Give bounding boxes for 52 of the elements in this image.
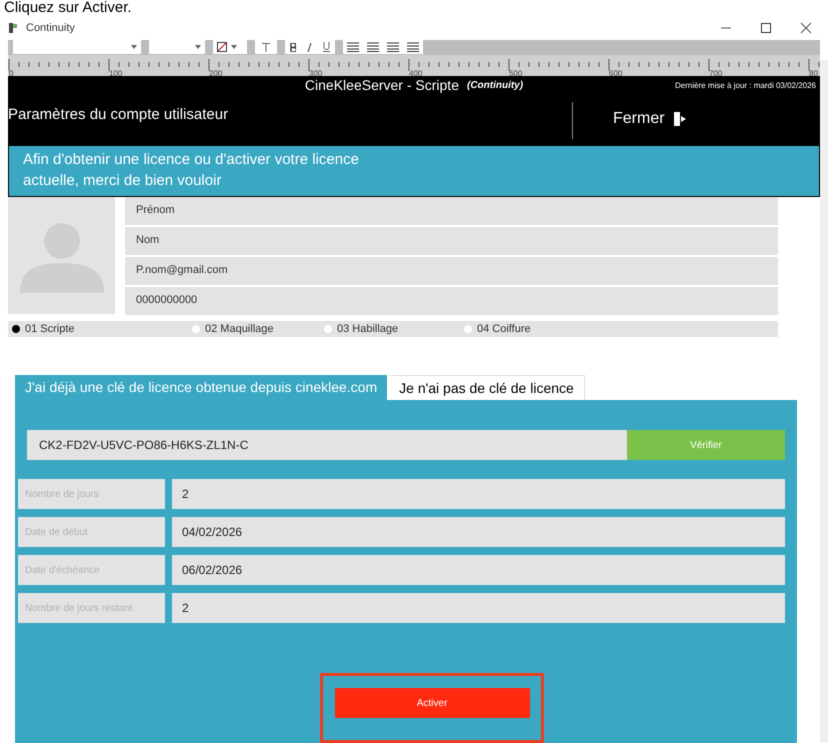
- align-icon: [386, 42, 400, 52]
- section-title: Paramètres du compte utilisateur: [8, 104, 230, 124]
- profile-field[interactable]: P.nom@gmail.com: [125, 256, 778, 284]
- caret-icon: [131, 45, 137, 50]
- align-icon: [346, 42, 360, 52]
- app-title: CineKleeServer - Scripte: [304, 76, 459, 95]
- align-icon: [366, 42, 380, 52]
- ruler-label: 700: [709, 68, 722, 79]
- app-icon: [8, 22, 18, 34]
- align-icon: [406, 42, 420, 52]
- color-swatch-icon: [217, 42, 227, 52]
- profile-field[interactable]: Prénom: [125, 196, 778, 224]
- field-value[interactable]: 2: [172, 479, 785, 509]
- align-buttons[interactable]: [343, 40, 423, 54]
- last-update: Dernière mise à jour : mardi 03/02/2026: [675, 80, 816, 92]
- exit-door-icon: [672, 110, 687, 126]
- activate-button[interactable]: Activer: [334, 688, 530, 718]
- field-value[interactable]: 2: [172, 593, 785, 623]
- color-button[interactable]: [213, 40, 247, 54]
- role-radio[interactable]: 04 Coiffure: [460, 320, 600, 337]
- caret-icon: [231, 45, 237, 50]
- ruler-label: 400: [409, 68, 422, 79]
- window-title: Continuity: [26, 20, 75, 36]
- app-subtitle: (Continuity): [466, 79, 524, 93]
- ruler-label: 300: [309, 68, 322, 79]
- ruler-label: 500: [509, 68, 522, 79]
- close-button[interactable]: Fermer: [613, 96, 687, 136]
- profile-field[interactable]: 0000000000: [125, 286, 778, 314]
- format-buttons[interactable]: [285, 40, 335, 54]
- field-value[interactable]: 04/02/2026: [172, 517, 785, 547]
- license-tab[interactable]: Je n'ai pas de clé de licence: [389, 375, 585, 400]
- ruler-label: 0: [9, 68, 14, 79]
- ruler-label: 200: [209, 68, 222, 79]
- maximize-icon[interactable]: [760, 22, 772, 34]
- field-value[interactable]: 06/02/2026: [172, 555, 785, 585]
- italic-icon: [306, 42, 312, 52]
- ruler-label: 600: [609, 68, 622, 79]
- profile-field[interactable]: Nom: [125, 226, 778, 254]
- ruler-label: 100: [109, 68, 122, 79]
- caret-icon: [195, 45, 201, 50]
- role-radio[interactable]: 03 Habillage: [320, 320, 460, 337]
- text-icon: [262, 42, 270, 52]
- text-style-button[interactable]: [255, 40, 277, 54]
- close-icon[interactable]: [800, 22, 812, 34]
- caption: Cliquez sur Activer.: [3, 0, 133, 16]
- role-radio[interactable]: 02 Maquillage: [188, 320, 320, 337]
- bold-icon: [290, 42, 296, 52]
- ruler-label: 80: [809, 68, 818, 79]
- underline-icon: [322, 42, 330, 52]
- license-key-field[interactable]: CK2-FD2V-U5VC-PO86-H6KS-ZL1N-C: [27, 430, 627, 460]
- banner-text: Afin d'obtenir une licence ou d'activer votre licence actuelle, merci de bien vouloir: [23, 150, 360, 190]
- role-radio[interactable]: 01 Scripte: [8, 320, 188, 337]
